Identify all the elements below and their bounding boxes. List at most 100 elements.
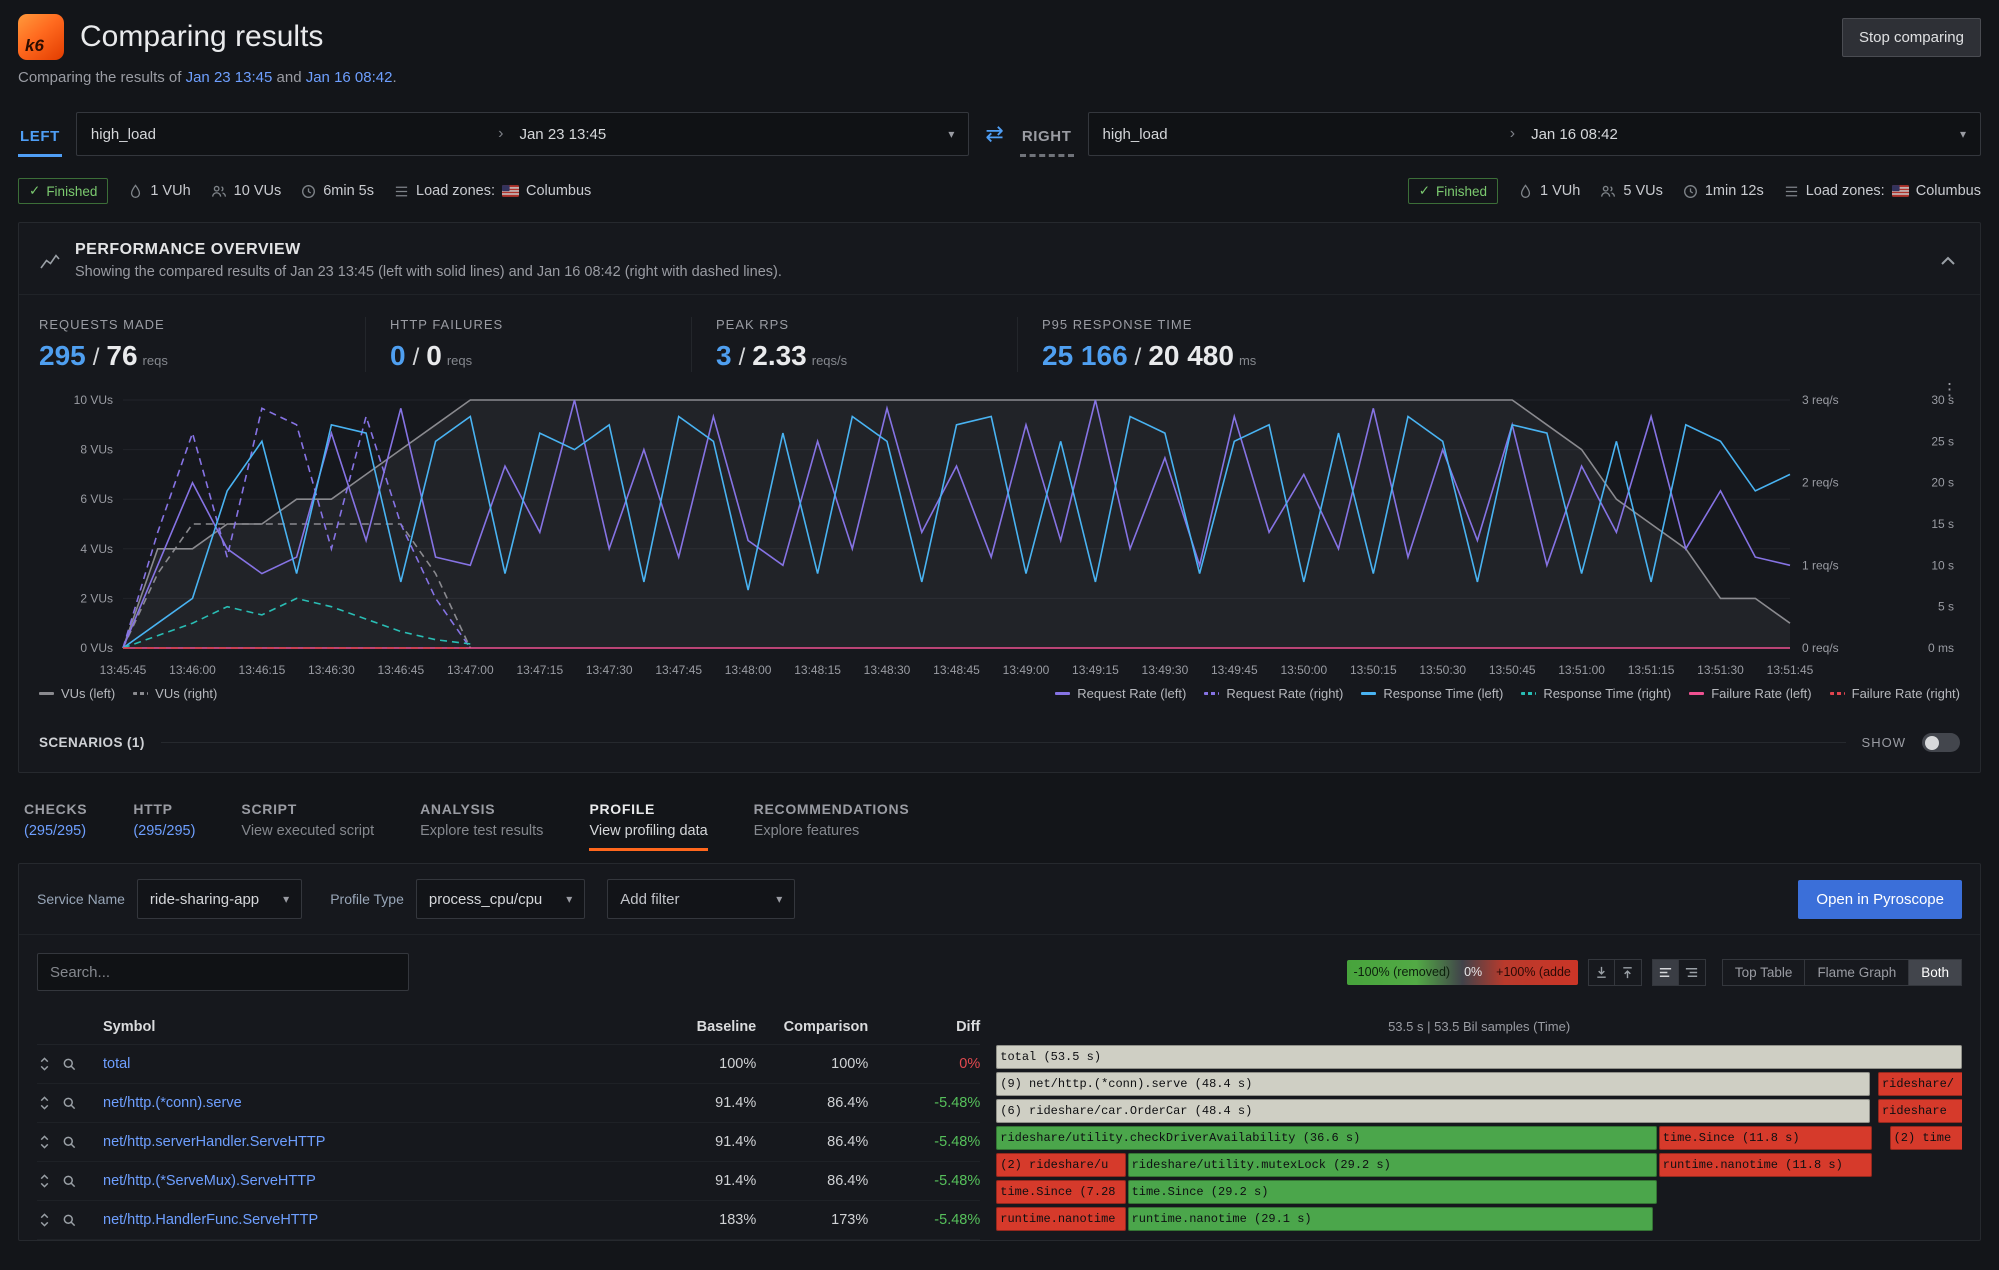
profile-type-select[interactable]: process_cpu/cpu ▾ (416, 879, 585, 919)
flame-segment[interactable]: total (53.5 s) (996, 1045, 1962, 1069)
open-in-pyroscope-button[interactable]: Open in Pyroscope (1798, 880, 1962, 919)
flame-segment[interactable]: runtime.nanotime (29.1 s) (1128, 1207, 1653, 1231)
right-run-link[interactable]: Jan 16 08:42 (306, 69, 393, 86)
search-symbol-button[interactable] (62, 1174, 77, 1189)
collapse-flamegraph-button[interactable] (1588, 959, 1615, 986)
flame-segment[interactable]: rideshare/utility.mutexLock (29.2 s) (1128, 1153, 1657, 1177)
expand-row-button[interactable] (37, 1212, 52, 1228)
search-symbol-button[interactable] (62, 1135, 77, 1150)
expand-row-button[interactable] (37, 1056, 52, 1072)
flame-segment[interactable]: time.Since (29.2 s) (1128, 1180, 1657, 1204)
search-symbol-button[interactable] (62, 1096, 77, 1111)
search-input[interactable] (37, 953, 409, 991)
symbol-link[interactable]: net/http.(*ServeMux).ServeHTTP (103, 1173, 644, 1189)
metric-unit: reqs/s (812, 353, 847, 368)
flame-segment[interactable]: runtime.nanotime (996, 1207, 1125, 1231)
table-row[interactable]: net/http.serverHandler.ServeHTTP 91.4% 8… (37, 1123, 980, 1162)
flame-segment[interactable]: (2) rideshare/u (996, 1153, 1125, 1177)
table-row[interactable]: net/http.(*conn).serve 91.4% 86.4% -5.48… (37, 1084, 980, 1123)
table-row[interactable]: net/http.HandlerFunc.ServeHTTP 183% 173%… (37, 1201, 980, 1240)
k6-logo-text: k6 (25, 36, 44, 56)
collapse-panel-button[interactable] (1936, 251, 1960, 271)
table-row[interactable]: total 100% 100% 0% (37, 1045, 980, 1084)
symbol-link[interactable]: net/http.serverHandler.ServeHTTP (103, 1134, 644, 1150)
scenarios-show-toggle[interactable] (1922, 733, 1960, 752)
svg-text:0 req/s: 0 req/s (1802, 641, 1839, 655)
performance-chart-svg: 0 VUs2 VUs4 VUs6 VUs8 VUs10 VUs0 req/s1 … (39, 384, 1960, 684)
flame-segment[interactable]: rideshare/ (1878, 1072, 1962, 1096)
flame-segment[interactable]: time.Since (7.28 (996, 1180, 1125, 1204)
legend-item[interactable]: Response Time (left) (1361, 686, 1503, 701)
add-filter-select[interactable]: Add filter ▾ (607, 879, 795, 919)
svg-text:2 req/s: 2 req/s (1802, 476, 1839, 490)
left-run-select[interactable]: high_load › Jan 23 13:45 ▾ (76, 112, 970, 156)
left-run-link[interactable]: Jan 23 13:45 (186, 69, 273, 86)
legend-item[interactable]: Failure Rate (left) (1689, 686, 1811, 701)
legend-item[interactable]: VUs (right) (133, 686, 217, 701)
flame-segment[interactable]: rideshare (1878, 1099, 1962, 1123)
right-side-label[interactable]: RIGHT (1020, 122, 1074, 157)
comparison-value: 86.4% (756, 1095, 868, 1111)
align-left-button[interactable] (1652, 959, 1679, 986)
view-both-button[interactable]: Both (1909, 959, 1962, 986)
tab-analysis[interactable]: ANALYSIS Explore test results (420, 801, 543, 851)
legend-item[interactable]: Failure Rate (right) (1830, 686, 1960, 701)
svg-text:20 s: 20 s (1931, 476, 1954, 490)
left-run-value: Jan 23 13:45 (519, 126, 606, 143)
svg-text:0 VUs: 0 VUs (80, 641, 113, 655)
performance-overview-panel: PERFORMANCE OVERVIEW Showing the compare… (18, 222, 1981, 773)
tab-label: CHECKS (24, 801, 87, 817)
align-right-button[interactable] (1679, 959, 1706, 986)
flame-graph[interactable]: 53.5 s | 53.5 Bil samples (Time) total (… (996, 1009, 1962, 1240)
run-meta-row: ✓Finished 1 VUh 10 VUs 6min 5s Load zone… (18, 178, 1981, 204)
performance-chart[interactable]: 0 VUs2 VUs4 VUs6 VUs8 VUs10 VUs0 req/s1 … (39, 384, 1960, 684)
view-top-table-button[interactable]: Top Table (1722, 959, 1806, 986)
column-header-baseline[interactable]: Baseline (644, 1019, 756, 1035)
flame-segment[interactable]: rideshare/utility.checkDriverAvailabilit… (996, 1126, 1657, 1150)
right-run-select[interactable]: high_load › Jan 16 08:42 ▾ (1088, 112, 1982, 156)
column-header-symbol[interactable]: Symbol (103, 1019, 644, 1035)
flame-segment[interactable]: (2) time (1890, 1126, 1962, 1150)
symbol-link[interactable]: total (103, 1056, 644, 1072)
search-symbol-button[interactable] (62, 1213, 77, 1228)
expand-row-button[interactable] (37, 1134, 52, 1150)
svg-text:8 VUs: 8 VUs (80, 443, 113, 457)
expand-flamegraph-button[interactable] (1615, 959, 1642, 986)
symbol-link[interactable]: net/http.HandlerFunc.ServeHTTP (103, 1212, 644, 1228)
svg-text:3 req/s: 3 req/s (1802, 393, 1839, 407)
legend-item[interactable]: Response Time (right) (1521, 686, 1671, 701)
svg-text:13:48:30: 13:48:30 (864, 663, 911, 677)
flame-graph-rows: total (53.5 s) (9) net/http.(*conn).serve… (996, 1045, 1962, 1231)
expand-row-button[interactable] (37, 1095, 52, 1111)
add-filter-placeholder: Add filter (620, 891, 679, 908)
legend-item[interactable]: Request Rate (right) (1204, 686, 1343, 701)
legend-item[interactable]: Request Rate (left) (1055, 686, 1186, 701)
tab-profile[interactable]: PROFILE View profiling data (589, 801, 707, 851)
column-header-diff[interactable]: Diff (868, 1019, 980, 1035)
tab-script[interactable]: SCRIPT View executed script (241, 801, 374, 851)
search-symbol-button[interactable] (62, 1057, 77, 1072)
flame-segment[interactable]: time.Since (11.8 s) (1659, 1126, 1872, 1150)
left-side-label[interactable]: LEFT (18, 122, 62, 157)
svg-text:13:50:00: 13:50:00 (1280, 663, 1327, 677)
table-row[interactable]: net/http.(*ServeMux).ServeHTTP 91.4% 86.… (37, 1162, 980, 1201)
svg-text:13:46:45: 13:46:45 (377, 663, 424, 677)
svg-text:13:47:00: 13:47:00 (447, 663, 494, 677)
chart-menu-button[interactable]: ⋮ (1941, 380, 1958, 400)
stop-comparing-button[interactable]: Stop comparing (1842, 18, 1981, 57)
comparison-value: 173% (756, 1212, 868, 1228)
expand-row-button[interactable] (37, 1173, 52, 1189)
swap-icon[interactable]: ⇄ (983, 121, 1005, 147)
load-zones-icon (1784, 184, 1799, 199)
legend-item[interactable]: VUs (left) (39, 686, 115, 701)
flame-segment[interactable]: (6) rideshare/car.OrderCar (48.4 s) (996, 1099, 1870, 1123)
flame-segment[interactable]: runtime.nanotime (11.8 s) (1659, 1153, 1872, 1177)
service-name-select[interactable]: ride-sharing-app ▾ (137, 879, 302, 919)
symbol-link[interactable]: net/http.(*conn).serve (103, 1095, 644, 1111)
tab-checks[interactable]: CHECKS (295/295) (24, 801, 87, 851)
column-header-comparison[interactable]: Comparison (756, 1019, 868, 1035)
tab-recommendations[interactable]: RECOMMENDATIONS Explore features (754, 801, 910, 851)
flame-segment[interactable]: (9) net/http.(*conn).serve (48.4 s) (996, 1072, 1870, 1096)
tab-http[interactable]: HTTP (295/295) (133, 801, 195, 851)
view-flame-graph-button[interactable]: Flame Graph (1805, 959, 1909, 986)
